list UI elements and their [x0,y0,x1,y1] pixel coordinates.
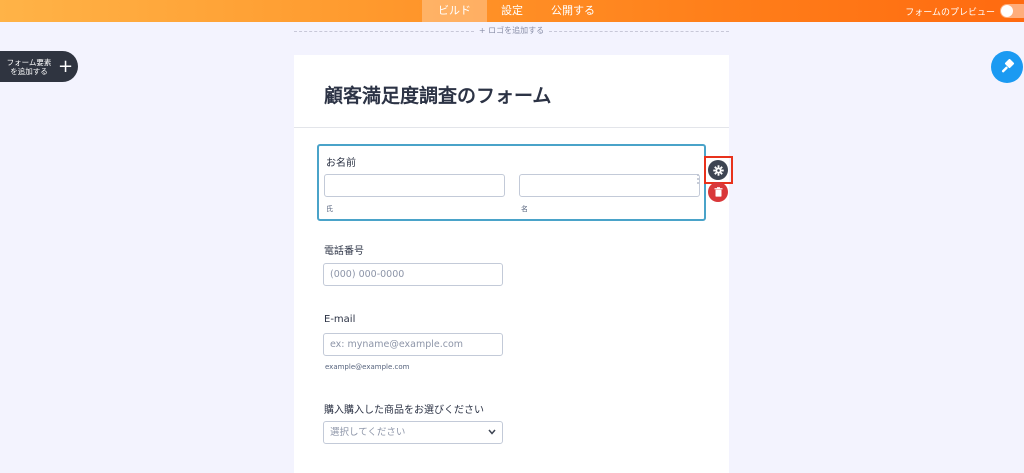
product-select[interactable]: 選択してください [323,421,503,444]
toggle-knob [1001,5,1013,17]
first-name-input[interactable] [324,174,505,197]
last-name-sublabel: 名 [521,205,528,213]
delete-field-button[interactable] [708,182,728,202]
tab-settings[interactable]: 設定 [487,0,537,22]
first-name-sublabel: 氏 [326,205,333,213]
email-sublabel: example@example.com [325,363,410,371]
field-properties-button[interactable] [708,160,728,180]
plus-icon: + [58,55,74,77]
form-card: 顧客満足度調査のフォーム お名前 氏 名 電話番号 (000) 000-0000… [294,55,729,473]
email-input[interactable]: ex: myname@example.com [323,333,503,356]
builder-tabs: ビルド 設定 公開する [422,0,609,22]
phone-input[interactable]: (000) 000-0000 [323,263,503,286]
form-designer-button[interactable] [991,51,1023,83]
gear-icon [712,164,724,176]
form-preview: フォームのプレビュー [905,0,1024,22]
add-logo-link[interactable]: + ロゴを追加する [294,26,729,36]
product-field-label[interactable]: 購入購入した商品をお選びください [324,401,484,416]
name-field-label[interactable]: お名前 [326,154,356,169]
product-select-value: 選択してください [330,427,406,438]
preview-label: フォームのプレビュー [905,7,995,18]
add-form-elements-label: フォーム要素を追加する [6,57,52,76]
top-bar: ビルド 設定 公開する フォームのプレビュー [0,0,1024,22]
divider [294,127,729,128]
tab-publish[interactable]: 公開する [537,0,609,22]
form-title[interactable]: 顧客満足度調査のフォーム [324,81,551,108]
name-field[interactable]: お名前 氏 名 [317,144,706,221]
trash-icon [714,187,722,197]
tab-build[interactable]: ビルド [422,0,487,22]
chevron-down-icon [488,429,496,435]
preview-toggle[interactable] [1000,4,1024,18]
phone-field-label[interactable]: 電話番号 [324,242,364,257]
email-field-label[interactable]: E-mail [324,314,355,325]
add-form-elements-button[interactable]: フォーム要素を追加する + [0,51,78,82]
paint-roller-icon [1001,59,1015,73]
last-name-input[interactable] [519,174,700,197]
resize-handle[interactable] [697,174,700,188]
add-logo-area: + ロゴを追加する [294,26,729,36]
